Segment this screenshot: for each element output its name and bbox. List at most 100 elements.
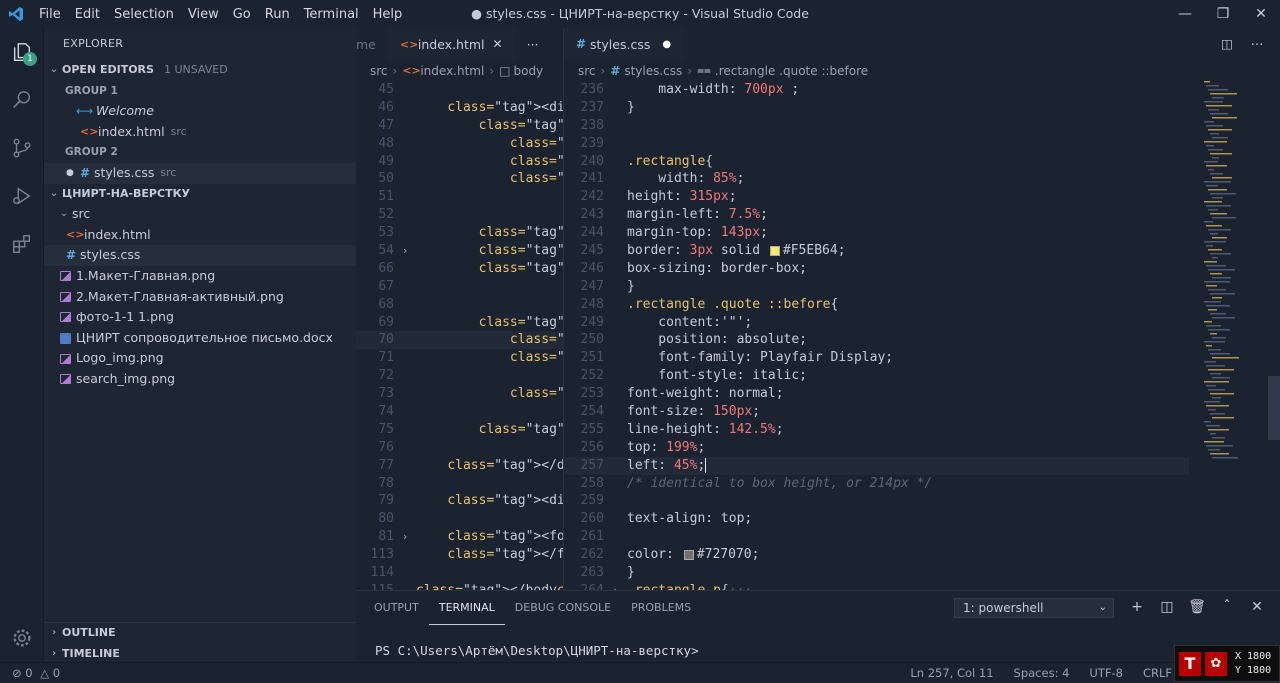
- line-ending[interactable]: CRLF: [1143, 666, 1172, 680]
- fold-icon[interactable]: [604, 564, 627, 582]
- fold-icon[interactable]: [604, 528, 627, 546]
- folder-src[interactable]: ⌄ src: [44, 204, 356, 225]
- code-line[interactable]: 54› class="tag"><div cl: [356, 242, 563, 260]
- code-line[interactable]: 50 class="tag"><di: [356, 170, 563, 188]
- menu-go[interactable]: Go: [226, 7, 258, 22]
- outline-header[interactable]: › OUTLINE: [44, 623, 356, 644]
- fold-icon[interactable]: [394, 224, 416, 242]
- code-line[interactable]: 52: [356, 206, 563, 224]
- tab-index-html[interactable]: <> index.html ✕: [387, 28, 515, 60]
- code-line[interactable]: 263}: [564, 564, 1189, 582]
- explorer-activity[interactable]: 1: [0, 28, 44, 76]
- fold-icon[interactable]: [604, 367, 627, 385]
- code-line[interactable]: 264›.rectangle p{···: [564, 582, 1189, 590]
- fold-icon[interactable]: [604, 331, 627, 349]
- fold-icon[interactable]: [394, 296, 416, 314]
- fold-icon[interactable]: [604, 278, 627, 296]
- code-line[interactable]: 248 .rectangle .quote ::before{: [564, 296, 1189, 314]
- fold-icon[interactable]: [604, 510, 627, 528]
- split-terminal-icon[interactable]: ◫: [1152, 599, 1182, 615]
- fold-icon[interactable]: [394, 403, 416, 421]
- tab-problems[interactable]: PROBLEMS: [621, 591, 701, 625]
- scrollbar-thumb[interactable]: [1268, 376, 1280, 440]
- file-item[interactable]: 2.Макет-Главная-активный.png: [44, 287, 356, 308]
- search-activity[interactable]: [0, 76, 44, 124]
- fold-icon[interactable]: [604, 99, 627, 117]
- fold-icon[interactable]: [604, 296, 627, 314]
- file-styles-css[interactable]: # styles.css: [44, 245, 356, 266]
- file-item[interactable]: 1.Макет-Главная.png: [44, 266, 356, 287]
- trash-icon[interactable]: 🗑: [1182, 599, 1212, 615]
- menu-view[interactable]: View: [181, 7, 226, 22]
- code-line[interactable]: 243 margin-left: 7.5%;: [564, 206, 1189, 224]
- html-code-area[interactable]: 45 46 class="tag"><div class=47 class="ta…: [356, 81, 563, 590]
- fold-icon[interactable]: [394, 457, 416, 475]
- code-line[interactable]: 247}: [564, 278, 1189, 296]
- code-line[interactable]: 241 width: 85%;: [564, 170, 1189, 188]
- open-editor-styles-css[interactable]: ● # styles.css src: [44, 162, 356, 184]
- minimize-icon[interactable]: —: [1166, 0, 1204, 28]
- fold-icon[interactable]: [394, 188, 416, 206]
- encoding[interactable]: UTF-8: [1089, 666, 1123, 680]
- terminal-prompt[interactable]: PS C:\Users\Артём\Desktop\ЦНИРТ-на-верст…: [356, 643, 1280, 658]
- more-actions-icon[interactable]: ···: [515, 28, 551, 60]
- fold-icon[interactable]: [394, 439, 416, 457]
- add-terminal-icon[interactable]: +: [1122, 599, 1152, 615]
- file-item[interactable]: ЦНИРТ сопроводительное письмо.docx: [44, 328, 356, 349]
- fold-icon[interactable]: [604, 206, 627, 224]
- group1-header[interactable]: GROUP 1: [44, 81, 356, 102]
- minimap[interactable]: [1202, 81, 1272, 461]
- code-line[interactable]: 68: [356, 296, 563, 314]
- fold-icon[interactable]: [604, 81, 627, 99]
- code-line[interactable]: 77 class="tag"></divclass="tag">>: [356, 457, 563, 475]
- group2-header[interactable]: GROUP 2: [44, 142, 356, 163]
- settings-activity[interactable]: [0, 614, 44, 662]
- fold-icon[interactable]: [394, 314, 416, 332]
- fold-icon[interactable]: [604, 475, 627, 493]
- code-line[interactable]: 250 position: absolute;: [564, 331, 1189, 349]
- menu-edit[interactable]: Edit: [68, 7, 107, 22]
- file-index-html[interactable]: <> index.html: [44, 225, 356, 246]
- code-line[interactable]: 79 class="tag"><div class=: [356, 492, 563, 510]
- code-line[interactable]: 257 left: 45%;: [564, 456, 1189, 475]
- code-line[interactable]: 262 color: #727070;: [564, 546, 1189, 564]
- code-line[interactable]: 53 class="tag"></divclass="tag">>: [356, 224, 563, 242]
- fold-icon[interactable]: [394, 278, 416, 296]
- code-line[interactable]: 256 top: 199%;: [564, 439, 1189, 457]
- fold-icon[interactable]: [394, 510, 416, 528]
- code-line[interactable]: 261: [564, 528, 1189, 546]
- fold-icon[interactable]: [604, 403, 627, 421]
- fold-icon[interactable]: [394, 260, 416, 278]
- indentation[interactable]: Spaces: 4: [1014, 666, 1070, 680]
- code-line[interactable]: 242 height: 315px;: [564, 188, 1189, 206]
- code-line[interactable]: 114: [356, 564, 563, 582]
- tab-output[interactable]: OUTPUT: [364, 591, 429, 625]
- code-line[interactable]: 78: [356, 475, 563, 493]
- fold-icon[interactable]: [604, 492, 627, 510]
- code-line[interactable]: 249 content:'"';: [564, 314, 1189, 332]
- fold-icon[interactable]: [394, 206, 416, 224]
- menu-help[interactable]: Help: [366, 7, 410, 22]
- css-code-area[interactable]: 236 max-width: 700px ; 237} 238 239 240 .rect…: [564, 81, 1189, 590]
- source-control-activity[interactable]: [0, 124, 44, 172]
- menu-file[interactable]: File: [32, 7, 68, 22]
- fold-icon[interactable]: [394, 153, 416, 171]
- fold-icon[interactable]: [604, 153, 627, 171]
- code-line[interactable]: 67: [356, 278, 563, 296]
- cursor-position[interactable]: Ln 257, Col 11: [910, 666, 993, 680]
- extensions-activity[interactable]: [0, 220, 44, 268]
- terminal-select[interactable]: 1: powershell ⌄: [954, 598, 1114, 618]
- fold-icon[interactable]: [394, 582, 416, 590]
- code-line[interactable]: 49 class="tag"><h2: [356, 153, 563, 171]
- file-item[interactable]: Logo_img.png: [44, 348, 356, 369]
- fold-icon[interactable]: [604, 546, 627, 564]
- code-line[interactable]: 239: [564, 135, 1189, 153]
- fold-icon[interactable]: [394, 492, 416, 510]
- tab-terminal[interactable]: TERMINAL: [428, 591, 505, 625]
- fold-icon[interactable]: [604, 349, 627, 367]
- unsaved-dot-icon[interactable]: ●: [662, 39, 671, 50]
- close-panel-icon[interactable]: ✕: [1242, 599, 1272, 615]
- code-line[interactable]: 80: [356, 510, 563, 528]
- fold-icon[interactable]: [604, 135, 627, 153]
- file-item[interactable]: фото-1-1 1.png: [44, 307, 356, 328]
